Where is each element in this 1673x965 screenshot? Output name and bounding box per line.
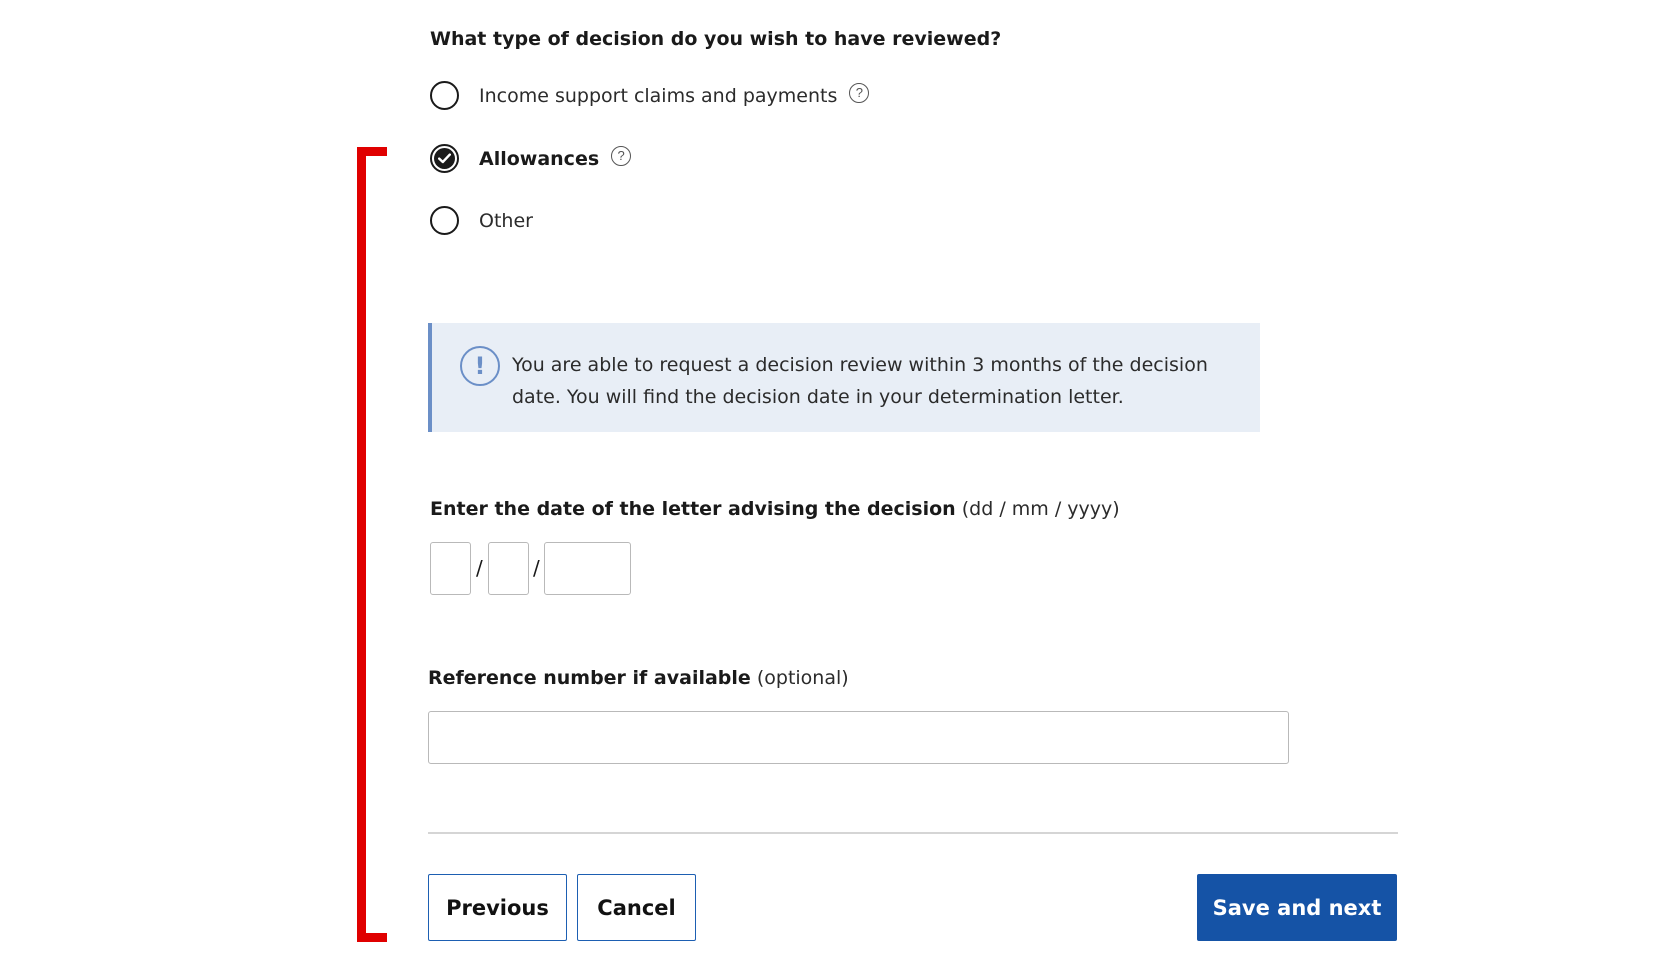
save-and-next-button[interactable]: Save and next bbox=[1197, 874, 1397, 941]
date-separator: / bbox=[533, 556, 540, 580]
date-separator: / bbox=[476, 556, 483, 580]
radio-option-income-support[interactable]: Income support claims and payments ? bbox=[430, 81, 870, 110]
date-year-input[interactable] bbox=[544, 542, 631, 595]
annotation-bracket-bottom bbox=[357, 933, 387, 942]
radio-label-other: Other bbox=[479, 209, 533, 232]
annotation-bracket-top bbox=[357, 147, 387, 156]
question-heading: What type of decision do you wish to hav… bbox=[430, 28, 1002, 50]
radio-option-other[interactable]: Other bbox=[430, 206, 533, 235]
date-month-input[interactable] bbox=[488, 542, 529, 595]
previous-button[interactable]: Previous bbox=[428, 874, 567, 941]
cancel-button[interactable]: Cancel bbox=[577, 874, 696, 941]
help-icon[interactable]: ? bbox=[611, 145, 632, 166]
annotation-bracket-line bbox=[357, 147, 366, 942]
radio-button-allowances[interactable] bbox=[430, 144, 459, 173]
form-divider bbox=[428, 832, 1398, 834]
help-icon[interactable]: ? bbox=[849, 82, 870, 103]
radio-option-allowances[interactable]: Allowances ? bbox=[430, 144, 632, 173]
date-day-input[interactable] bbox=[430, 542, 471, 595]
date-field-label: Enter the date of the letter advising th… bbox=[430, 498, 1120, 520]
annotation-bracket bbox=[357, 147, 387, 942]
checkmark-icon bbox=[434, 148, 455, 169]
radio-button-income-support[interactable] bbox=[430, 81, 459, 110]
info-callout: ! You are able to request a decision rev… bbox=[428, 323, 1260, 432]
info-exclamation-icon: ! bbox=[460, 346, 500, 386]
decision-review-form: What type of decision do you wish to hav… bbox=[0, 0, 1673, 965]
info-callout-text: You are able to request a decision revie… bbox=[512, 354, 1208, 408]
reference-field-label: Reference number if available (optional) bbox=[428, 667, 849, 689]
radio-label-income-support: Income support claims and payments bbox=[479, 84, 838, 107]
date-label-hint: (dd / mm / yyyy) bbox=[961, 498, 1120, 520]
reference-number-input[interactable] bbox=[428, 711, 1289, 764]
date-label-text: Enter the date of the letter advising th… bbox=[430, 498, 956, 520]
radio-label-allowances: Allowances bbox=[479, 147, 600, 170]
radio-button-other[interactable] bbox=[430, 206, 459, 235]
reference-label-hint: (optional) bbox=[756, 667, 849, 689]
reference-label-text: Reference number if available bbox=[428, 667, 751, 689]
